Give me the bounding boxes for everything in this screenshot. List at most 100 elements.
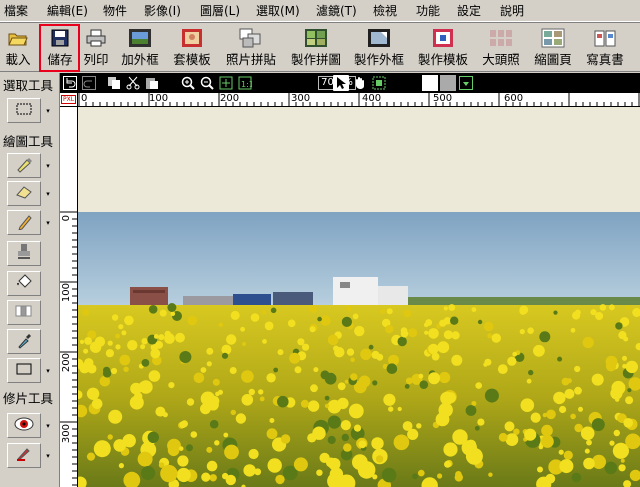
gradient-tool[interactable] [7, 300, 41, 325]
menu-edit[interactable]: 編輯(E) [47, 3, 88, 19]
menu-help[interactable]: 說明 [500, 3, 524, 19]
copy-icon[interactable] [106, 75, 122, 91]
select-object-icon[interactable] [371, 75, 387, 91]
save-highlight-box [39, 24, 80, 72]
pencil-icon [16, 212, 32, 233]
stamp-icon [16, 243, 32, 264]
ruler-corner: PXL [60, 93, 78, 107]
passport-photo-icon [489, 27, 513, 49]
apply-template-label: 套模板 [173, 52, 211, 67]
retouch-options-arrow[interactable]: ▾ [44, 452, 52, 460]
make-puzzle-button[interactable]: 製作拼圖 [287, 25, 345, 71]
brush-tool[interactable] [7, 153, 41, 178]
add-frame-button[interactable]: 加外框 [118, 25, 162, 71]
add-frame-label: 加外框 [121, 52, 159, 67]
fit-window-icon[interactable] [218, 75, 234, 91]
ruler-h-label: 400 [362, 93, 382, 104]
select-tools-title: 選取工具 [3, 78, 54, 93]
marquee-tool[interactable] [7, 98, 41, 123]
retouch-tools-title: 修片工具 [3, 391, 54, 406]
actual-size-icon[interactable]: 1:1 [237, 75, 253, 91]
photo-book-button[interactable]: 寫真書 [583, 25, 627, 71]
make-template-button[interactable]: 製作模板 [414, 25, 472, 71]
photo-collage-icon [239, 27, 263, 49]
passport-photo-button[interactable]: 大頭照 [479, 25, 523, 71]
retouch-brush-tool[interactable] [7, 443, 41, 468]
photo-book-icon [593, 27, 617, 49]
red-eye-icon [14, 417, 34, 434]
redo-icon[interactable] [81, 75, 97, 91]
photo-collage-button[interactable]: 照片拼貼 [223, 25, 279, 71]
ruler-h-label: 300 [291, 93, 311, 104]
marquee-icon [16, 103, 32, 118]
paste-icon[interactable] [144, 75, 160, 91]
eraser-options-arrow[interactable]: ▾ [44, 190, 52, 198]
main-toolbar: 載入 儲存 列印 加外框 套模板 照片拼貼 製作拼圖 製作外框 製作模板 大頭照… [0, 22, 640, 72]
ruler-v-label: 200 [61, 353, 72, 373]
menu-object[interactable]: 物件 [103, 3, 127, 19]
red-eye-options-arrow[interactable]: ▾ [44, 422, 52, 430]
print-button[interactable]: 列印 [81, 25, 111, 71]
horizontal-ruler: 0 100 200 300 400 500 600 [78, 93, 640, 107]
eraser-tool[interactable] [7, 181, 41, 206]
marquee-options-arrow[interactable]: ▾ [44, 107, 52, 115]
hand-icon[interactable] [352, 75, 368, 91]
menu-settings[interactable]: 設定 [457, 3, 481, 19]
background-color-swatch[interactable] [440, 75, 456, 91]
ruler-h-label: 600 [504, 93, 524, 104]
shape-tool[interactable] [7, 358, 41, 383]
fill-tool[interactable] [7, 271, 41, 296]
thumbnail-page-label: 縮圖頁 [534, 52, 572, 67]
ruler-v-label: 0 [61, 215, 72, 222]
menu-layer[interactable]: 圖層(L) [200, 3, 240, 19]
menu-filter[interactable]: 濾鏡(T) [316, 3, 357, 19]
apply-template-icon [180, 27, 204, 49]
make-puzzle-label: 製作拼圖 [290, 52, 341, 67]
gradient-icon [15, 305, 33, 320]
vertical-ruler: 0 100 200 300 [60, 107, 78, 487]
make-frame-button[interactable]: 製作外框 [350, 25, 408, 71]
ruler-h-label: 500 [433, 93, 453, 104]
eyedropper-tool[interactable] [7, 329, 41, 354]
menu-bar: 檔案 編輯(E) 物件 影像(I) 圖層(L) 選取(M) 濾鏡(T) 檢視 功… [0, 0, 640, 22]
color-dropdown-icon[interactable] [458, 75, 474, 91]
load-button[interactable]: 載入 [3, 25, 33, 71]
pencil-tool[interactable] [7, 210, 41, 235]
canvola-flower-field-photo[interactable] [78, 212, 640, 487]
canvas-workspace[interactable] [78, 107, 640, 487]
ruler-unit-label[interactable]: PXL [61, 95, 77, 104]
brush-options-arrow[interactable]: ▾ [44, 162, 52, 170]
pencil-options-arrow[interactable]: ▾ [44, 219, 52, 227]
pointer-icon[interactable] [333, 75, 349, 91]
stamp-tool[interactable] [7, 241, 41, 266]
canvas-toolbar: 1:1 70.9% [60, 73, 640, 93]
eraser-icon [15, 185, 33, 202]
menu-image[interactable]: 影像(I) [144, 3, 181, 19]
foreground-color-swatch[interactable] [422, 75, 438, 91]
ruler-v-label: 300 [61, 424, 72, 444]
make-template-icon [431, 27, 455, 49]
undo-icon[interactable] [62, 75, 78, 91]
ruler-h-label: 100 [149, 93, 169, 104]
ruler-v-label: 100 [61, 283, 72, 303]
cut-icon[interactable] [125, 75, 141, 91]
thumbnail-page-button[interactable]: 縮圖頁 [531, 25, 575, 71]
zoom-in-icon[interactable] [180, 75, 196, 91]
make-frame-label: 製作外框 [353, 52, 404, 67]
menu-function[interactable]: 功能 [416, 3, 440, 19]
paint-bucket-icon [15, 273, 33, 294]
menu-select[interactable]: 選取(M) [256, 3, 300, 19]
apply-template-button[interactable]: 套模板 [170, 25, 214, 71]
print-label: 列印 [83, 52, 109, 67]
menu-file[interactable]: 檔案 [4, 3, 28, 19]
photo-collage-label: 照片拼貼 [225, 52, 276, 67]
ruler-h-label: 200 [220, 93, 240, 104]
zoom-out-icon[interactable] [199, 75, 215, 91]
menu-view[interactable]: 檢視 [373, 3, 397, 19]
rectangle-icon [15, 362, 33, 379]
shape-options-arrow[interactable]: ▾ [44, 367, 52, 375]
red-eye-tool[interactable] [7, 413, 41, 438]
photo-book-label: 寫真書 [586, 52, 624, 67]
brush-icon [15, 155, 33, 176]
load-label: 載入 [5, 52, 31, 67]
